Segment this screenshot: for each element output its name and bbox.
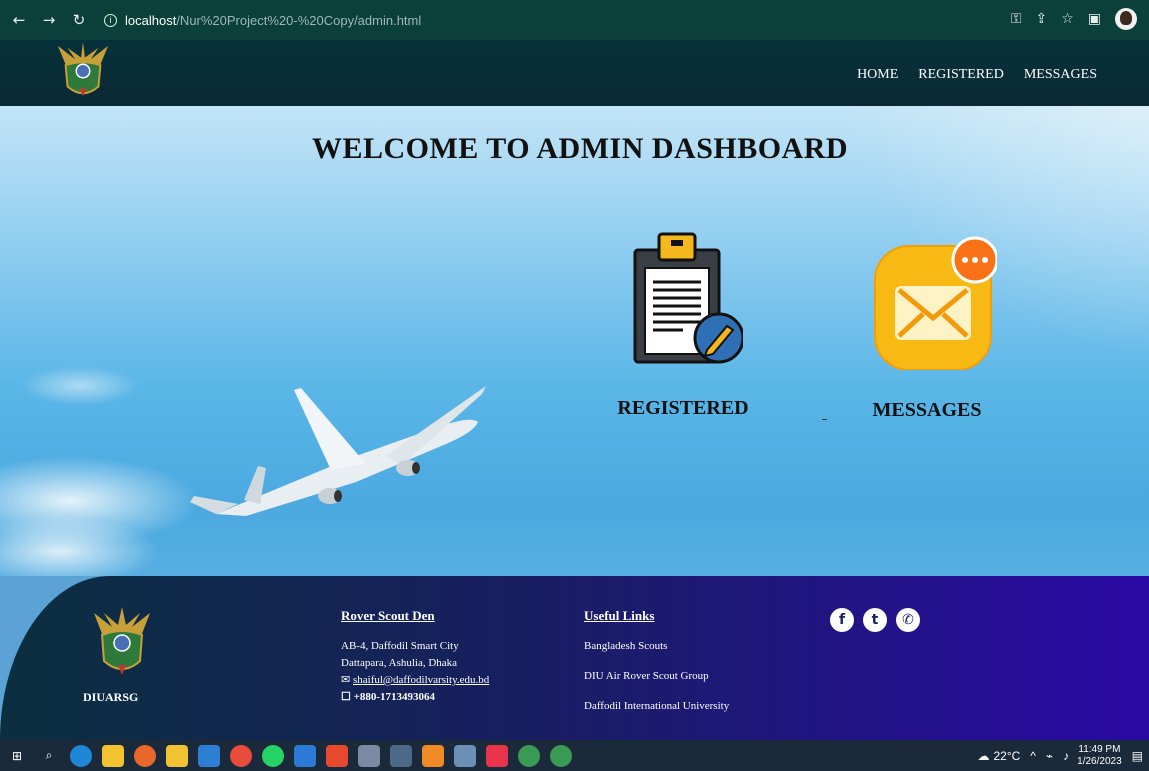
volume-icon[interactable]: ♪ — [1063, 749, 1069, 763]
twitter-icon[interactable]: t — [863, 608, 887, 632]
link-bangladesh-scouts[interactable]: Bangladesh Scouts — [584, 638, 729, 655]
url-host: localhost — [125, 12, 177, 28]
app-icon[interactable] — [294, 744, 316, 767]
opera-icon[interactable] — [230, 744, 252, 767]
rover-heading: Rover Scout Den — [341, 608, 435, 623]
phone-icon: ☐ — [341, 691, 351, 703]
back-icon[interactable]: ← — [8, 11, 30, 29]
messages-label: MESSAGES — [872, 399, 982, 421]
airplane-image — [190, 386, 486, 516]
avatar[interactable] — [1115, 8, 1137, 30]
links-heading: Useful Links — [584, 608, 655, 623]
key-icon[interactable]: ⚿ — [1011, 11, 1022, 27]
clock[interactable]: 11:49 PM 1/26/2023 — [1077, 744, 1122, 768]
envelope-icon: ✉ — [341, 674, 351, 686]
phone-row: ☐ +880-1713493064 — [341, 689, 489, 706]
app-icon[interactable] — [454, 744, 476, 767]
forward-icon[interactable]: → — [38, 11, 60, 29]
whatsapp-icon[interactable]: ✆ — [896, 608, 920, 632]
weather-temp[interactable]: 22°C — [993, 749, 1020, 763]
whatsapp-app-icon[interactable] — [262, 744, 284, 767]
cloud — [20, 366, 140, 406]
network-icon[interactable]: ⌁ — [1046, 749, 1053, 763]
footer-links-section: Useful Links Bangladesh Scouts DIU Air R… — [584, 607, 729, 728]
email-row: ✉ shaiful@daffodilvarsity.edu.bd — [341, 672, 489, 689]
chrome-icon[interactable] — [550, 744, 572, 767]
footer-rover-section: Rover Scout Den AB-4, Daffodil Smart Cit… — [341, 607, 489, 706]
nav-messages[interactable]: MESSAGES — [1024, 67, 1097, 83]
calculator-icon[interactable] — [390, 744, 412, 767]
file-explorer-icon[interactable] — [102, 744, 124, 767]
weather-icon[interactable]: ☁ — [977, 749, 989, 763]
sublime-icon[interactable] — [422, 744, 444, 767]
link-daffodil-university[interactable]: Daffodil International University — [584, 698, 729, 715]
diu-logo[interactable] — [54, 40, 112, 104]
link-diu-air-rover[interactable]: DIU Air Rover Scout Group — [584, 668, 729, 685]
nav-registered[interactable]: REGISTERED — [918, 67, 1004, 83]
site-footer: DIUARSG Rover Scout Den AB-4, Daffodil S… — [0, 576, 1149, 740]
messages-card[interactable]: MESSAGES — [842, 236, 1012, 422]
mail-app-icon[interactable] — [198, 744, 220, 767]
nav-home[interactable]: HOME — [857, 67, 898, 83]
main-nav: HOME REGISTERED MESSAGES — [857, 67, 1097, 83]
chevron-up-icon[interactable]: ^ — [1030, 749, 1036, 763]
share-icon[interactable]: ⇪ — [1035, 11, 1047, 27]
star-icon[interactable]: ☆ — [1061, 11, 1074, 27]
chrome-icon[interactable] — [518, 744, 540, 767]
site-info-icon[interactable]: i — [104, 13, 117, 27]
social-links: f t ✆ — [830, 608, 920, 632]
phone-number: +880-1713493064 — [353, 691, 436, 703]
browser-toolbar: ← → ↻ i localhost /Nur%20Project%20-%20C… — [0, 0, 1149, 40]
diu-logo — [94, 607, 150, 675]
registered-label: REGISTERED — [617, 397, 749, 419]
app-icon[interactable] — [486, 744, 508, 767]
search-icon[interactable]: ⌕ — [38, 745, 60, 767]
edge-icon[interactable] — [70, 744, 92, 767]
site-header: HOME REGISTERED MESSAGES — [0, 40, 1149, 106]
hero-section: WELCOME TO ADMIN DASHBOARD REGISTERED ME… — [0, 106, 1149, 576]
address-bar[interactable]: i localhost /Nur%20Project%20-%20Copy/ad… — [104, 13, 421, 28]
registered-card[interactable]: REGISTERED — [598, 230, 768, 420]
firefox-icon[interactable] — [134, 744, 156, 767]
footer-brand: DIUARSG — [83, 690, 139, 704]
address-line-1: AB-4, Daffodil Smart City — [341, 640, 459, 652]
paint-icon[interactable] — [358, 744, 380, 767]
time: 11:49 PM — [1078, 743, 1121, 755]
mail-icon — [874, 236, 999, 371]
address-line-2: Dattapara, Ashulia, Dhaka — [341, 657, 458, 669]
date: 1/26/2023 — [1077, 755, 1122, 767]
clipboard-icon — [633, 232, 745, 364]
windows-start-icon[interactable]: ⊞ — [6, 745, 28, 767]
store-icon[interactable] — [166, 744, 188, 767]
system-tray: ☁ 22°C ^ ⌁ ♪ 11:49 PM 1/26/2023 ▤ — [977, 740, 1149, 771]
url-path: /Nur%20Project%20-%20Copy/admin.html — [176, 12, 422, 28]
divider-mark — [822, 419, 827, 420]
sidepanel-icon[interactable]: ▣ — [1088, 11, 1101, 27]
reload-icon[interactable]: ↻ — [68, 11, 90, 29]
windows-taskbar: ⊞ ⌕ ☁ 22°C ^ ⌁ ♪ 11:49 PM 1/26/2023 ▤ — [0, 740, 1149, 771]
facebook-icon[interactable]: f — [830, 608, 854, 632]
app-icon[interactable] — [326, 744, 348, 767]
notification-icon[interactable]: ▤ — [1132, 749, 1143, 763]
email-link[interactable]: shaiful@daffodilvarsity.edu.bd — [353, 674, 489, 686]
page-title: WELCOME TO ADMIN DASHBOARD — [311, 132, 849, 165]
